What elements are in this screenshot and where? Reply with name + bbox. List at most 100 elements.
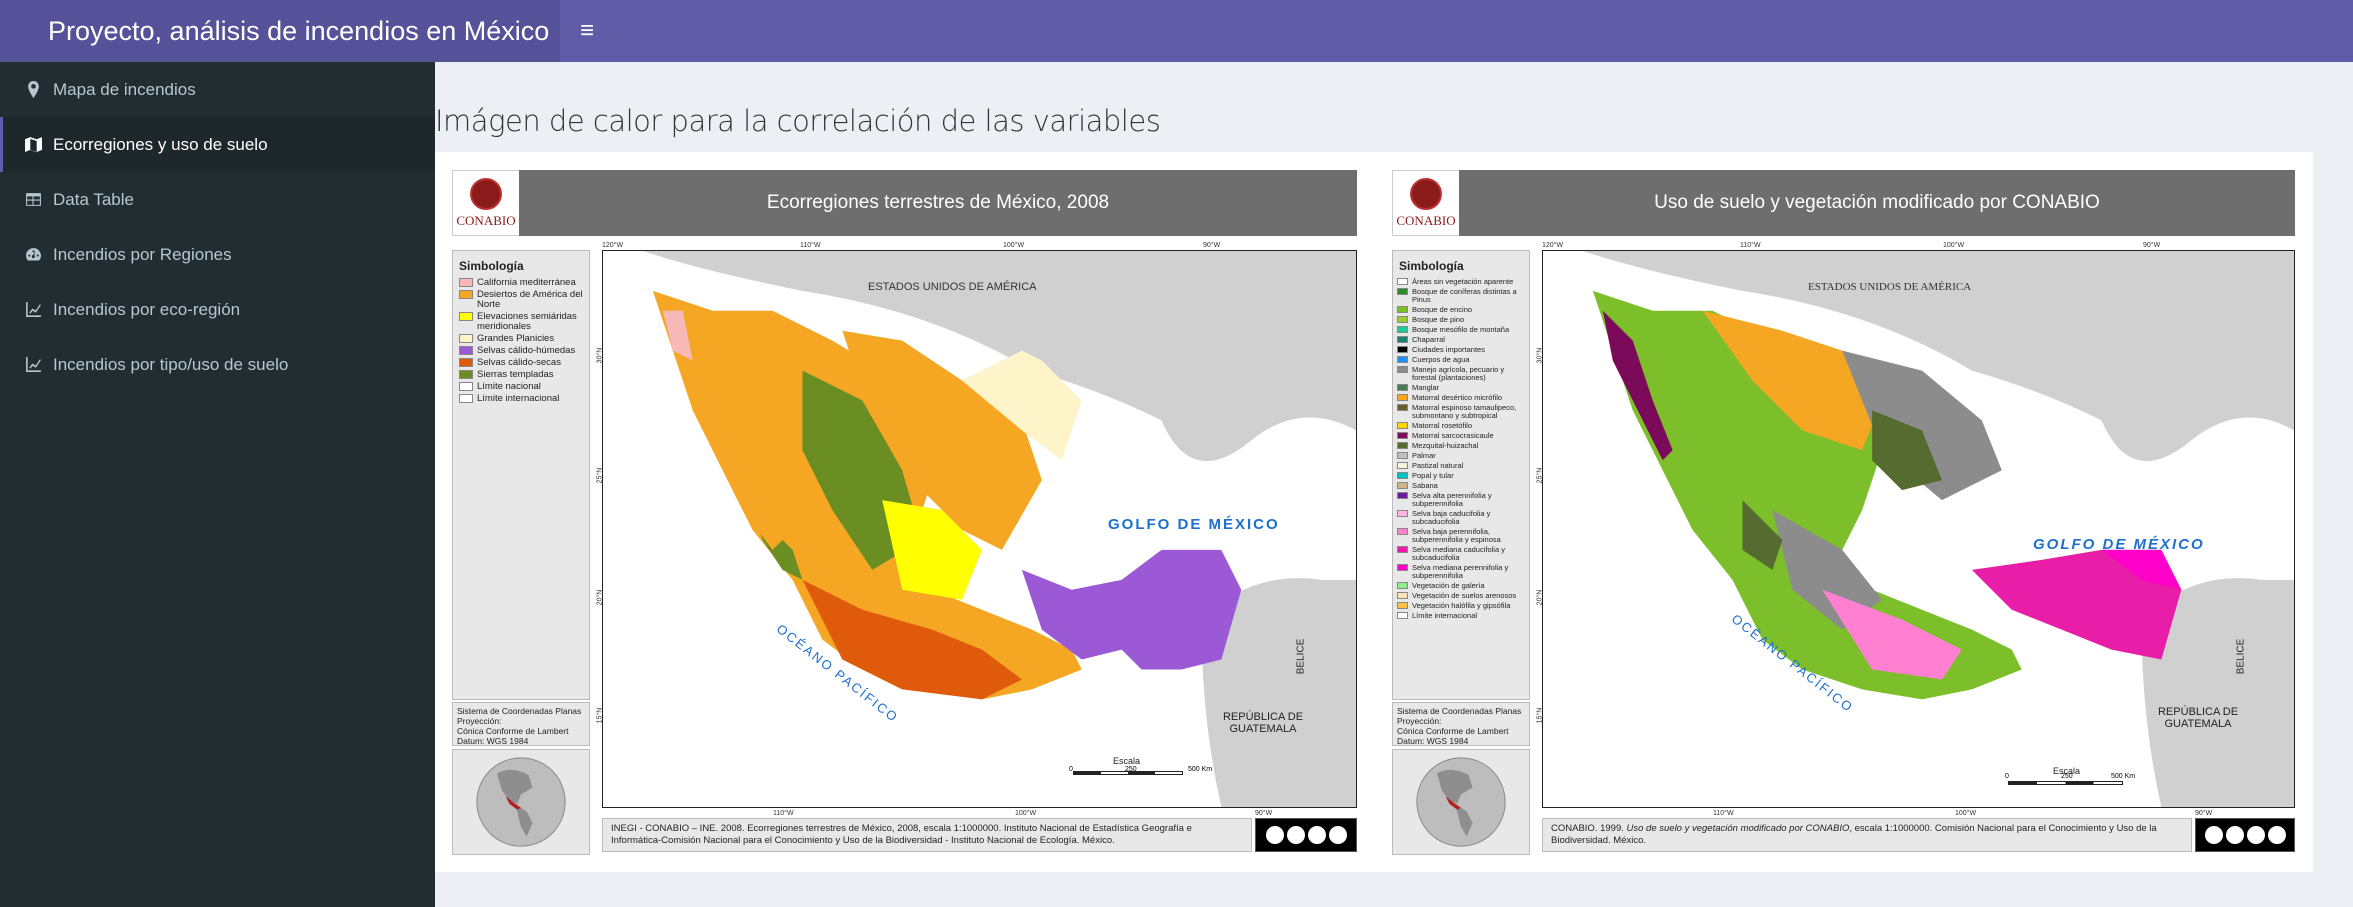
- legend-swatch: [1397, 510, 1408, 517]
- legend-item: Límite nacional: [453, 381, 589, 393]
- legend-item: Límite internacional: [453, 393, 589, 405]
- legend-item: Matorral desértico micrófilo: [1393, 393, 1529, 403]
- sidebar-item-incendios-por-eco-region[interactable]: Incendios por eco-región: [0, 282, 435, 337]
- legend-label: Sabana: [1412, 481, 1438, 490]
- legend-title: Simbología: [1399, 259, 1464, 273]
- label-belize: BELICE: [1295, 638, 1307, 675]
- sidebar-toggle-button[interactable]: ≡: [560, 0, 614, 62]
- legend-swatch: [459, 278, 473, 287]
- land-use-map-panel: CONABIO Uso de suelo y vegetación modifi…: [1375, 152, 2313, 872]
- legend-label: Palmar: [1412, 451, 1436, 460]
- legend-swatch: [1397, 288, 1408, 295]
- map-source: INEGI - CONABIO – INE. 2008. Ecorregione…: [602, 818, 1252, 852]
- legend-item: Límite internacional: [1393, 611, 1529, 621]
- label-guatemala: REPÚBLICA DE GUATEMALA: [2157, 706, 2239, 730]
- coordinate-system-box: Sistema de Coordenadas Planas Proyección…: [1392, 702, 1530, 746]
- label-gulf: GOLFO DE MÉXICO: [2033, 536, 2205, 553]
- line-chart-icon: [23, 300, 43, 320]
- legend-label: Matorral espinoso tamaulipeco, submontan…: [1412, 403, 1517, 420]
- sidebar-item-label: Mapa de incendios: [53, 79, 196, 99]
- sidebar-item-incendios-por-regiones[interactable]: Incendios por Regiones: [0, 227, 435, 282]
- legend-swatch: [1397, 384, 1408, 391]
- legend-item: Selva mediana caducifolia y subcaducifol…: [1393, 545, 1529, 563]
- map-marker-icon: [23, 80, 43, 100]
- cc-license-icon[interactable]: [1255, 818, 1357, 852]
- land-use-map[interactable]: ESTADOS UNIDOS DE AMÉRICA GOLFO DE MÉXIC…: [1542, 250, 2295, 808]
- legend-item: Cuerpos de agua: [1393, 355, 1529, 365]
- legend-label: Selvas cálido-húmedas: [477, 345, 576, 356]
- map-icon: [23, 135, 43, 155]
- legend-item: Selva alta perennifolia y subperennifoli…: [1393, 491, 1529, 509]
- map-title: Uso de suelo y vegetación modificado por…: [1459, 170, 2295, 236]
- legend-item: Sierras templadas: [453, 369, 589, 381]
- legend-label: Selva mediana perennifolia y subperennif…: [1412, 563, 1509, 580]
- legend-item: Manglar: [1393, 383, 1529, 393]
- sidebar-item-mapa-de-incendios[interactable]: Mapa de incendios: [0, 62, 435, 117]
- conabio-logo: CONABIO: [1392, 170, 1460, 236]
- label-belize: BELICE: [2235, 638, 2247, 675]
- legend-label: Selva baja perennifolia, subperennifolia…: [1412, 527, 1501, 544]
- coordinate-system-box: Sistema de Coordenadas Planas Proyección…: [452, 702, 590, 746]
- legend-label: Chaparral: [1412, 335, 1445, 344]
- sidebar-item-data-table[interactable]: Data Table: [0, 172, 435, 227]
- sidebar-item-label: Incendios por Regiones: [53, 244, 232, 264]
- map-title: Ecorregiones terrestres de México, 2008: [519, 170, 1357, 236]
- label-gulf: GOLFO DE MÉXICO: [1108, 516, 1280, 533]
- legend-label: Popal y tular: [1412, 471, 1454, 480]
- sidebar-item-label: Ecorregiones y uso de suelo: [53, 134, 268, 154]
- dashboard-icon: [23, 245, 43, 265]
- legend-item: Selva baja perennifolia, subperennifolia…: [1393, 527, 1529, 545]
- legend-label: Cuerpos de agua: [1412, 355, 1470, 364]
- legend-item: Áreas sin vegetación aparente: [1393, 277, 1529, 287]
- legend-label: Elevaciones semiáridas meridionales: [477, 311, 577, 332]
- top-navbar: Proyecto, análisis de incendios en Méxic…: [0, 0, 2353, 62]
- legend-item: Sabana: [1393, 481, 1529, 491]
- legend-item: Selvas cálido-secas: [453, 357, 589, 369]
- conabio-logo: CONABIO: [452, 170, 520, 236]
- legend-label: California mediterránea: [477, 277, 576, 288]
- legend-label: Mezquital-huizachal: [1412, 441, 1479, 450]
- app-title[interactable]: Proyecto, análisis de incendios en Méxic…: [0, 0, 560, 62]
- legend-label: Matorral sarcocrasicaule: [1412, 431, 1494, 440]
- legend-item: Selva mediana perennifolia y subperennif…: [1393, 563, 1529, 581]
- legend-swatch: [1397, 582, 1408, 589]
- legend-title: Simbología: [459, 259, 524, 273]
- legend-swatch: [1397, 592, 1408, 599]
- legend-item: Matorral espinoso tamaulipeco, submontan…: [1393, 403, 1529, 421]
- legend-item: Bosque de encino: [1393, 305, 1529, 315]
- label-usa: ESTADOS UNIDOS DE AMÉRICA: [1808, 281, 1972, 293]
- legend-label: Selva baja caducifolia y subcaducifolia: [1412, 509, 1491, 526]
- legend-swatch: [1397, 336, 1408, 343]
- legend-label: Sierras templadas: [477, 369, 554, 380]
- legend-swatch: [1397, 452, 1408, 459]
- legend-label: Ciudades importantes: [1412, 345, 1485, 354]
- locator-globe: [452, 749, 590, 855]
- map-source: CONABIO. 1999. Uso de suelo y vegetación…: [1542, 818, 2192, 852]
- sidebar-item-label: Data Table: [53, 189, 134, 209]
- legend-swatch: [1397, 528, 1408, 535]
- legend-swatch: [1397, 394, 1408, 401]
- legend-label: Bosque de pino: [1412, 315, 1465, 324]
- legend-label: Vegetación de suelos arenosos: [1412, 591, 1517, 600]
- sidebar-item-incendios-por-tipo-uso-de-suelo[interactable]: Incendios por tipo/uso de suelo: [0, 337, 435, 392]
- legend-item: Selva baja caducifolia y subcaducifolia: [1393, 509, 1529, 527]
- legend-item: Vegetación de galería: [1393, 581, 1529, 591]
- legend-swatch: [1397, 422, 1408, 429]
- page-title: Imágen de calor para la correlación de l…: [435, 104, 1161, 138]
- scale-label: Escala: [1113, 756, 1141, 766]
- sidebar-item-label: Incendios por eco-región: [53, 299, 241, 319]
- legend-swatch: [1397, 366, 1408, 373]
- legend-label: Bosque mesófilo de montaña: [1412, 325, 1510, 334]
- conabio-seal-icon: [1410, 177, 1442, 210]
- conabio-seal-icon: [470, 177, 502, 210]
- legend-label: Selvas cálido-secas: [477, 357, 561, 368]
- legend-swatch: [459, 346, 473, 355]
- legend-item: Bosque mesófilo de montaña: [1393, 325, 1529, 335]
- legend-swatch: [1397, 564, 1408, 571]
- legend-label: Vegetación halófila y gipsófila: [1412, 601, 1511, 610]
- sidebar-item-ecorregiones[interactable]: Ecorregiones y uso de suelo: [0, 117, 435, 172]
- cc-license-icon[interactable]: [2195, 818, 2295, 852]
- legend-swatch: [459, 382, 473, 391]
- ecoregions-map[interactable]: ESTADOS UNIDOS DE AMÉRICA GOLFO DE MÉXIC…: [602, 250, 1357, 808]
- legend-item: Bosque de coníferas distintas a Pinus: [1393, 287, 1529, 305]
